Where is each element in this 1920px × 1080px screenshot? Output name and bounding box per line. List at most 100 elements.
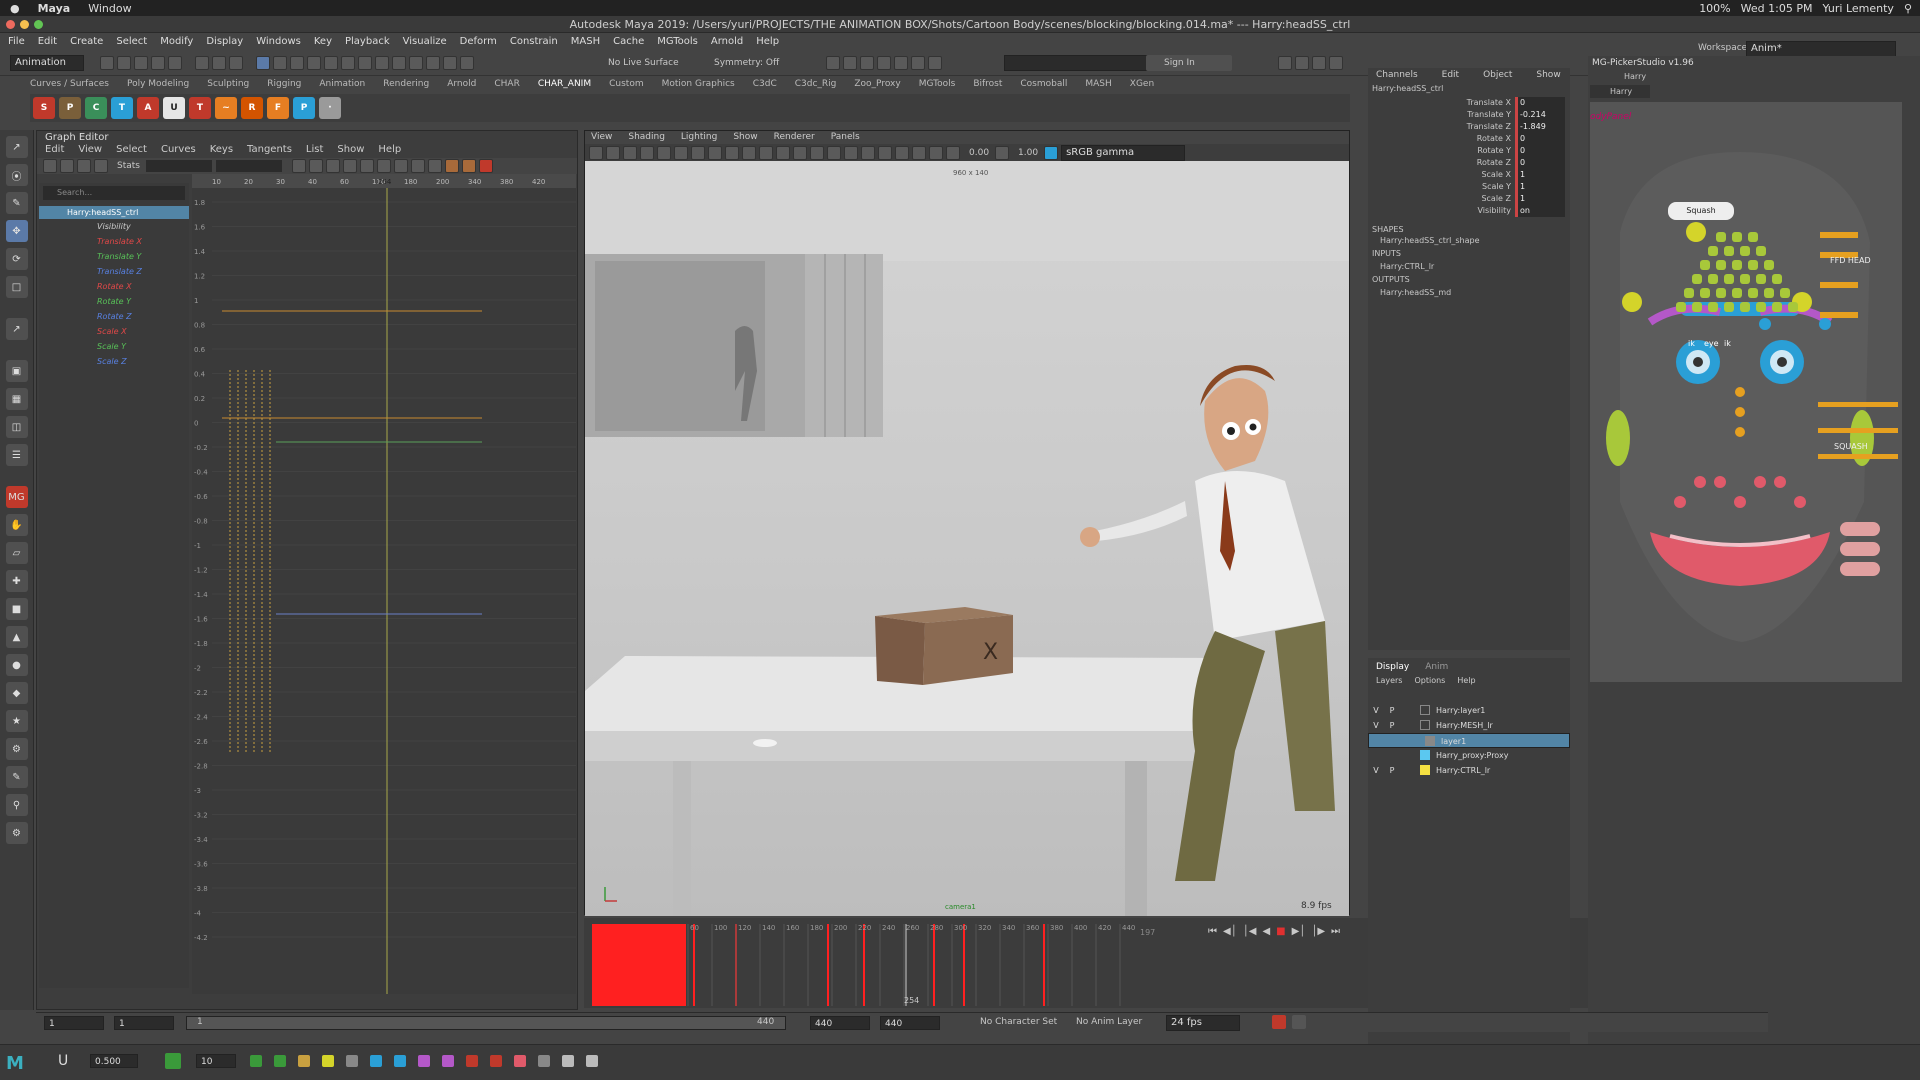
- graph-menu-view[interactable]: View: [78, 144, 102, 158]
- step-back-icon[interactable]: ◀│: [1223, 926, 1237, 937]
- tm-tool-icon[interactable]: T: [189, 97, 211, 119]
- graph-menu-tangents[interactable]: Tangents: [247, 144, 292, 158]
- magnet-icon[interactable]: [460, 56, 474, 70]
- at-tool-icon[interactable]: A: [137, 97, 159, 119]
- ambient-occlusion-icon[interactable]: [844, 145, 858, 160]
- picker-tool-icon[interactable]: P: [293, 97, 315, 119]
- workspace-dropdown[interactable]: Anim*: [1746, 41, 1896, 57]
- menu-windows[interactable]: Windows: [256, 36, 301, 47]
- isolate-icon[interactable]: [895, 145, 909, 160]
- command-search-field[interactable]: [1004, 55, 1154, 71]
- shelf-tab-mgtools[interactable]: MGTools: [919, 79, 956, 93]
- tool-d-icon[interactable]: ●: [5, 654, 28, 676]
- picker-control-dot[interactable]: [1740, 274, 1750, 284]
- picker-control-dot[interactable]: [1700, 260, 1710, 270]
- layer-row[interactable]: V P Harry:layer1: [1368, 703, 1570, 718]
- shadows-icon[interactable]: [827, 145, 841, 160]
- arnold-icon[interactable]: [928, 56, 942, 70]
- unify-tangent-icon[interactable]: [410, 159, 425, 173]
- snap-view-icon[interactable]: [307, 56, 321, 70]
- picker-control-dot[interactable]: [1692, 302, 1702, 312]
- character-set-dropdown[interactable]: No Character Set: [980, 1017, 1057, 1027]
- attribute-value[interactable]: 0: [1515, 145, 1565, 157]
- picker-control-dot[interactable]: [1676, 302, 1686, 312]
- picker-control-dot[interactable]: [1732, 260, 1742, 270]
- bookmark-icon[interactable]: [623, 145, 637, 160]
- shelf-tab-c3dc[interactable]: C3dC: [753, 79, 777, 93]
- layer-row[interactable]: V P Harry:MESH_lr: [1368, 718, 1570, 733]
- scale-tool-icon[interactable]: □: [5, 276, 28, 298]
- viewport-menu-lighting[interactable]: Lighting: [681, 131, 717, 144]
- picker-control-dot[interactable]: [1700, 288, 1710, 298]
- shelf-tab-motion-graphics[interactable]: Motion Graphics: [662, 79, 735, 93]
- open-icon[interactable]: [117, 56, 131, 70]
- key-tool-icon[interactable]: [43, 159, 57, 173]
- ik-left-label[interactable]: ik: [1688, 339, 1695, 348]
- viewport-menu-renderer[interactable]: Renderer: [774, 131, 815, 144]
- graph-channel[interactable]: Scale Y: [39, 339, 189, 354]
- channel-box-menu-show[interactable]: Show: [1536, 68, 1560, 82]
- tool-h-icon[interactable]: ✎: [5, 766, 28, 788]
- attribute-value[interactable]: 1: [1515, 169, 1565, 181]
- tangent-linear-icon[interactable]: [342, 159, 357, 173]
- image-plane-icon[interactable]: [640, 145, 654, 160]
- redo-icon[interactable]: [168, 56, 182, 70]
- picker-control-dot[interactable]: [1764, 288, 1774, 298]
- graph-channel[interactable]: Scale Z: [39, 354, 189, 369]
- picker-control-dot[interactable]: [1716, 288, 1726, 298]
- attribute-name[interactable]: Scale Z: [1368, 193, 1515, 205]
- step-forward-key-icon[interactable]: ▶│: [1292, 926, 1306, 937]
- bottom-tool-icon[interactable]: [298, 1055, 310, 1067]
- table-icon[interactable]: T: [111, 97, 133, 119]
- attribute-value[interactable]: 0: [1515, 97, 1565, 109]
- tangent-clamped-icon[interactable]: [325, 159, 340, 173]
- figure-tool-icon[interactable]: F: [267, 97, 289, 119]
- exposure-value[interactable]: 0.00: [969, 148, 989, 158]
- smooth-shade-icon[interactable]: [776, 145, 790, 160]
- layer-color-swatch[interactable]: [1420, 765, 1430, 775]
- menu-key[interactable]: Key: [314, 36, 332, 47]
- squash-button[interactable]: Squash: [1668, 202, 1734, 220]
- graph-menu-edit[interactable]: Edit: [45, 144, 64, 158]
- bottom-tool-icon[interactable]: [346, 1055, 358, 1067]
- wireframe-icon[interactable]: [759, 145, 773, 160]
- picker-control-dot[interactable]: [1748, 232, 1758, 242]
- layer-name[interactable]: Harry:layer1: [1436, 703, 1485, 718]
- xray-joints-icon[interactable]: [929, 145, 943, 160]
- attribute-name[interactable]: Translate Y: [1368, 109, 1515, 121]
- select-object-icon[interactable]: [212, 56, 226, 70]
- layer-name[interactable]: Harry:CTRL_lr: [1436, 763, 1490, 778]
- mg-tools-icon[interactable]: MG: [5, 486, 28, 508]
- ipr-icon[interactable]: [392, 56, 406, 70]
- render-view-icon[interactable]: [826, 56, 840, 70]
- grid-icon[interactable]: [657, 145, 671, 160]
- lasso-tool-icon[interactable]: ⦿: [5, 164, 28, 186]
- snap-value-field[interactable]: 0.500: [90, 1054, 138, 1068]
- ipr-render-icon[interactable]: [860, 56, 874, 70]
- menu-create[interactable]: Create: [70, 36, 103, 47]
- break-tangent-icon[interactable]: [393, 159, 408, 173]
- picker-control-dot[interactable]: [1708, 302, 1718, 312]
- step-back-key-icon[interactable]: │◀: [1243, 926, 1257, 937]
- menu-mash[interactable]: MASH: [571, 36, 600, 47]
- motion-blur-icon[interactable]: [861, 145, 875, 160]
- picker-control-dot[interactable]: [1708, 274, 1718, 284]
- shelf-tab-curves-surfaces[interactable]: Curves / Surfaces: [30, 79, 109, 93]
- picker-control-dot[interactable]: [1724, 246, 1734, 256]
- render-frame-icon[interactable]: [843, 56, 857, 70]
- tangent-flat-icon[interactable]: [359, 159, 374, 173]
- layer-row[interactable]: layer1: [1368, 733, 1570, 748]
- lights-icon[interactable]: [810, 145, 824, 160]
- snap-toggle-icon[interactable]: [165, 1053, 181, 1069]
- graph-menu-keys[interactable]: Keys: [210, 144, 233, 158]
- attribute-value[interactable]: 0: [1515, 157, 1565, 169]
- swirl-tool-icon[interactable]: ~: [215, 97, 237, 119]
- tangent-spline-icon[interactable]: [308, 159, 323, 173]
- film-gate-icon[interactable]: [674, 145, 688, 160]
- attribute-value[interactable]: 1: [1515, 193, 1565, 205]
- attribute-value[interactable]: 0: [1515, 133, 1565, 145]
- tool-g-icon[interactable]: ⚙: [5, 738, 28, 760]
- picker-control-dot[interactable]: [1756, 246, 1766, 256]
- help-menu[interactable]: Help: [1457, 676, 1475, 685]
- attribute-value[interactable]: -0.214: [1515, 109, 1565, 121]
